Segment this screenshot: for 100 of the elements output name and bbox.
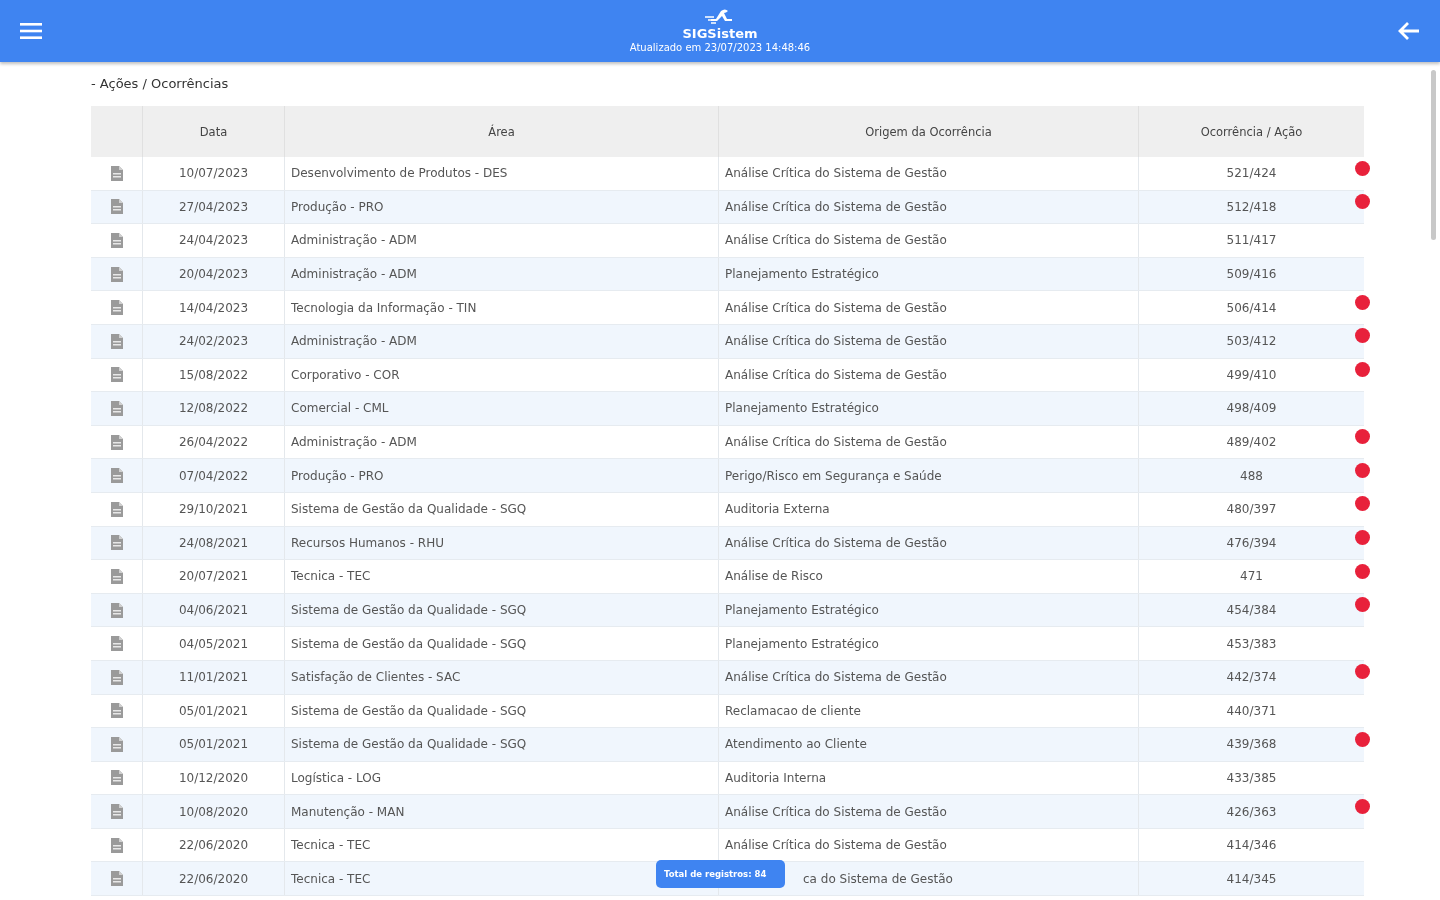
document-icon[interactable] (109, 702, 124, 720)
document-icon[interactable] (109, 803, 124, 821)
origin-cell: Atendimento ao Cliente (718, 727, 1139, 762)
code-cell: 442/374 (1138, 660, 1364, 694)
date-cell: 12/08/2022 (142, 391, 285, 426)
date-cell: 04/05/2021 (142, 626, 285, 661)
section-title: - Ações / Ocorrências (91, 76, 230, 91)
date-cell: 20/04/2023 (142, 257, 285, 291)
origin-cell: Planejamento Estratégico (718, 391, 1139, 426)
document-icon[interactable] (109, 399, 124, 417)
code-cell: 503/412 (1138, 324, 1364, 359)
date-cell: 22/06/2020 (142, 861, 285, 896)
origin-cell: Auditoria Externa (718, 492, 1139, 527)
document-icon[interactable] (109, 668, 124, 686)
document-icon[interactable] (109, 567, 124, 585)
document-icon[interactable] (109, 635, 124, 653)
column-header: Origem da Ocorrência (718, 106, 1139, 157)
area-cell: Tecnica - TEC (284, 559, 719, 594)
document-icon[interactable] (109, 735, 124, 753)
document-icon[interactable] (109, 265, 124, 283)
area-cell: Sistema de Gestão da Qualidade - SGQ (284, 626, 719, 661)
document-icon[interactable] (109, 467, 124, 485)
code-cell: 414/345 (1138, 861, 1364, 896)
date-cell: 27/04/2023 (142, 190, 285, 224)
origin-cell: Análise Crítica do Sistema de Gestão (718, 425, 1139, 459)
date-cell: 24/02/2023 (142, 324, 285, 359)
date-cell: 14/04/2023 (142, 290, 285, 325)
area-cell: Logística - LOG (284, 761, 719, 795)
document-icon[interactable] (109, 366, 124, 384)
document-icon[interactable] (109, 870, 124, 888)
area-cell: Administração - ADM (284, 223, 719, 258)
area-cell: Administração - ADM (284, 324, 719, 359)
menu-icon[interactable] (20, 23, 42, 39)
origin-cell: Análise Crítica do Sistema de Gestão (718, 526, 1139, 560)
code-cell: 476/394 (1138, 526, 1364, 560)
document-icon[interactable] (109, 232, 124, 249)
origin-cell: Análise Crítica do Sistema de Gestão (718, 660, 1139, 694)
code-cell: 511/417 (1138, 223, 1364, 258)
origin-cell: Planejamento Estratégico (718, 257, 1139, 291)
origin-cell: Análise Crítica do Sistema de Gestão (718, 190, 1139, 224)
area-cell: Sistema de Gestão da Qualidade - SGQ (284, 492, 719, 527)
area-cell: Sistema de Gestão da Qualidade - SGQ (284, 694, 719, 728)
code-cell: 488 (1138, 458, 1364, 493)
origin-cell: Análise de Risco (718, 559, 1139, 594)
origin-cell: Planejamento Estratégico (718, 593, 1139, 627)
date-cell: 10/12/2020 (142, 761, 285, 795)
last-updated-text: Atualizado em 23/07/2023 14:48:46 (629, 41, 811, 54)
document-icon[interactable] (109, 299, 124, 317)
column-header: Área (284, 106, 719, 157)
column-header: Data (142, 106, 285, 157)
date-cell: 11/01/2021 (142, 660, 285, 694)
area-cell: Comercial - CML (284, 391, 719, 426)
code-cell: 509/416 (1138, 257, 1364, 291)
area-cell: Administração - ADM (284, 425, 719, 459)
document-icon[interactable] (109, 836, 124, 854)
date-cell: 15/08/2022 (142, 358, 285, 392)
area-cell: Satisfação de Clientes - SAC (284, 660, 719, 694)
date-cell: 26/04/2022 (142, 425, 285, 459)
origin-cell: Perigo/Risco em Segurança e Saúde (718, 458, 1139, 493)
date-cell: 05/01/2021 (142, 727, 285, 762)
document-icon[interactable] (109, 164, 124, 182)
back-arrow-icon[interactable] (1398, 21, 1420, 41)
document-icon[interactable] (109, 500, 124, 518)
document-icon[interactable] (109, 198, 124, 216)
area-cell: Produção - PRO (284, 190, 719, 224)
code-cell: 512/418 (1138, 190, 1364, 224)
date-cell: 29/10/2021 (142, 492, 285, 527)
area-cell: Tecnologia da Informação - TIN (284, 290, 719, 325)
date-cell: 05/01/2021 (142, 694, 285, 728)
origin-cell: Análise Crítica do Sistema de Gestão (718, 358, 1139, 392)
code-cell: 440/371 (1138, 694, 1364, 728)
date-cell: 04/06/2021 (142, 593, 285, 627)
document-icon[interactable] (109, 433, 124, 451)
date-cell: 20/07/2021 (142, 559, 285, 594)
area-cell: Recursos Humanos - RHU (284, 526, 719, 560)
origin-cell: Análise Crítica do Sistema de Gestão (718, 290, 1139, 325)
code-cell: 433/385 (1138, 761, 1364, 795)
column-header: Ocorrência / Ação (1138, 106, 1364, 157)
origin-cell: Análise Crítica do Sistema de Gestão (718, 324, 1139, 359)
code-cell: 454/384 (1138, 593, 1364, 627)
date-cell: 07/04/2022 (142, 458, 285, 493)
origin-cell: Análise Crítica do Sistema de Gestão (718, 157, 1139, 191)
code-cell: 439/368 (1138, 727, 1364, 762)
document-icon[interactable] (109, 769, 124, 787)
origin-cell: Reclamacao de cliente (718, 694, 1139, 728)
origin-cell: Planejamento Estratégico (718, 626, 1139, 661)
area-cell: Sistema de Gestão da Qualidade - SGQ (284, 727, 719, 762)
code-cell: 498/409 (1138, 391, 1364, 426)
date-cell: 24/04/2023 (142, 223, 285, 258)
area-cell: Administração - ADM (284, 257, 719, 291)
code-cell: 414/346 (1138, 828, 1364, 862)
total-records-badge: Total de registros: 84 (656, 860, 785, 888)
area-cell: Sistema de Gestão da Qualidade - SGQ (284, 593, 719, 627)
document-icon[interactable] (109, 332, 124, 350)
document-icon[interactable] (109, 534, 124, 552)
document-icon[interactable] (109, 601, 124, 619)
app-logo-text: SIGSistem (682, 26, 758, 41)
origin-cell: Auditoria Interna (718, 761, 1139, 795)
code-cell: 453/383 (1138, 626, 1364, 661)
date-cell: 10/07/2023 (142, 157, 285, 191)
